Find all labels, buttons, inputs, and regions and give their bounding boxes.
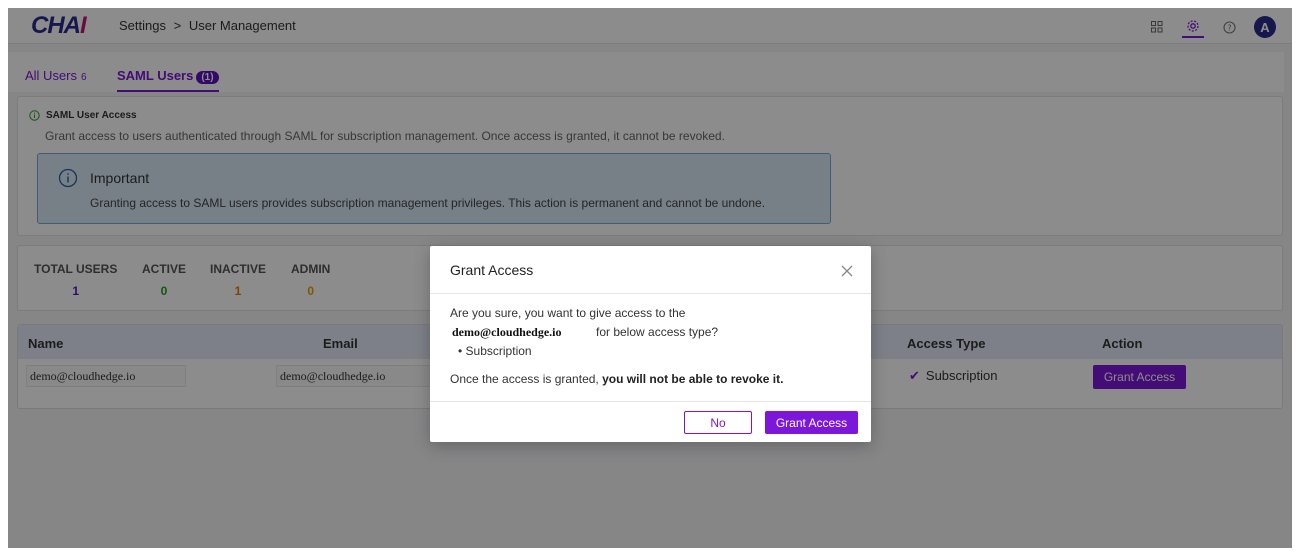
modal-email: demo@cloudhedge.io: [452, 325, 562, 339]
modal-title: Grant Access: [450, 262, 534, 278]
no-button[interactable]: No: [684, 411, 752, 434]
modal-access-type-prompt: for below access type?: [596, 325, 719, 339]
modal-question: Are you sure, you want to give access to…: [450, 306, 686, 320]
modal-footer-divider: [430, 401, 871, 402]
modal-header-divider: [430, 293, 871, 294]
modal-warning: Once the access is granted, you will not…: [450, 372, 784, 386]
close-icon[interactable]: [839, 263, 855, 279]
grant-access-modal: Grant Access Are you sure, you want to g…: [430, 246, 871, 442]
modal-access-bullet: • Subscription: [458, 344, 532, 358]
grant-access-button[interactable]: Grant Access: [765, 411, 858, 434]
